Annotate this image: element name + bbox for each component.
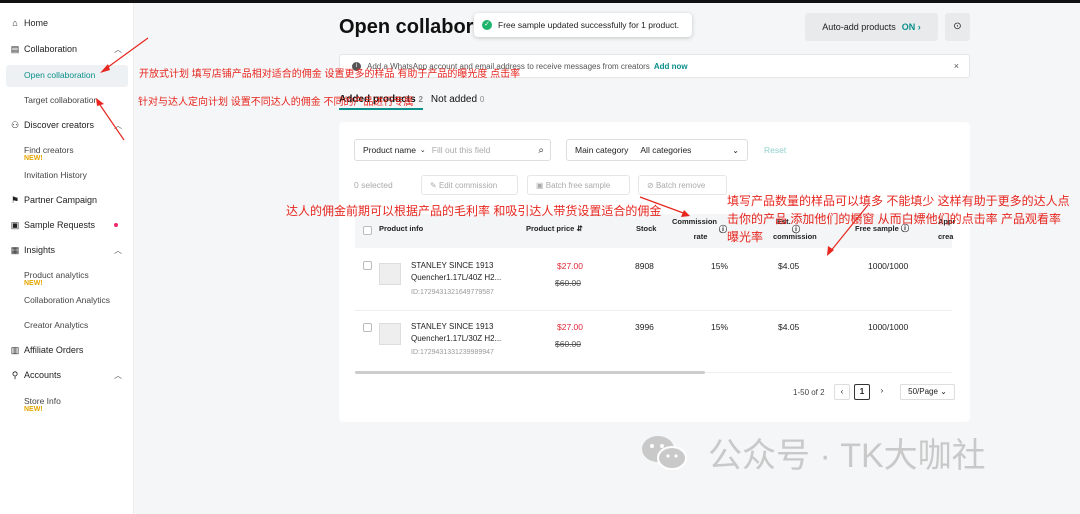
arrowhead bbox=[681, 210, 690, 217]
arrow-free-sample bbox=[829, 204, 869, 253]
arrow-commission bbox=[639, 196, 687, 215]
wechat-icon bbox=[642, 435, 687, 470]
watermark: 公众号 · TK大咖社 bbox=[640, 428, 986, 477]
arrowhead bbox=[100, 64, 110, 73]
arrowhead bbox=[96, 98, 104, 106]
arrow-target-collab bbox=[97, 101, 125, 141]
arrow-open-collab bbox=[103, 37, 149, 71]
